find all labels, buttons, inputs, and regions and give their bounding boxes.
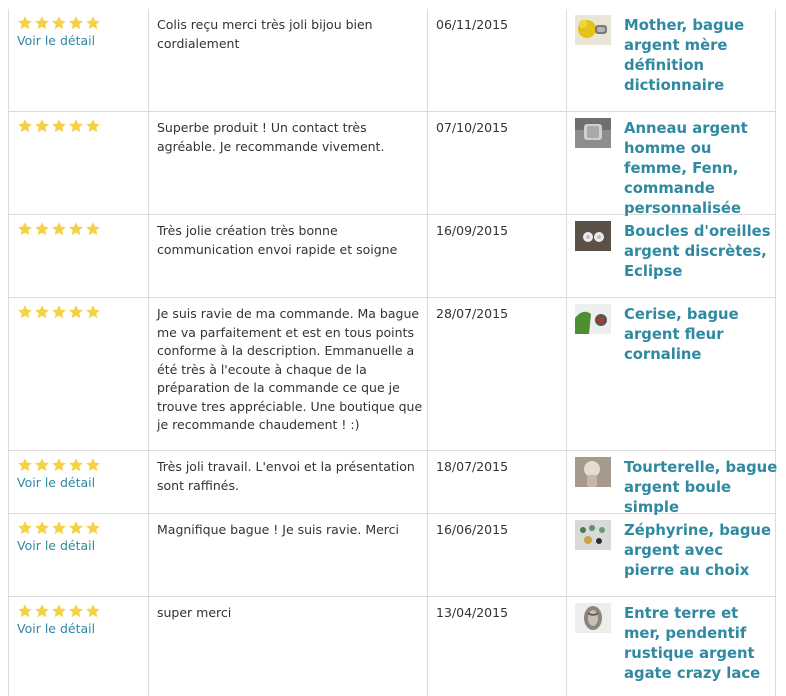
product-link[interactable]: Anneau argent homme ou femme, Fenn, comm… xyxy=(624,119,778,219)
star-icon xyxy=(34,603,50,619)
review-comment: Superbe produit ! Un contact très agréab… xyxy=(157,120,385,154)
star-rating xyxy=(17,221,147,238)
product-link[interactable]: Zéphyrine, bague argent avec pierre au c… xyxy=(624,521,778,581)
star-icon xyxy=(51,118,67,134)
star-icon xyxy=(68,15,84,31)
rating-cell: Voir le détail xyxy=(17,457,147,492)
star-icon xyxy=(68,221,84,237)
star-icon xyxy=(34,457,50,473)
review-date: 16/06/2015 xyxy=(436,522,509,537)
star-icon xyxy=(34,118,50,134)
star-icon xyxy=(68,520,84,536)
review-date: 06/11/2015 xyxy=(436,17,509,32)
star-icon xyxy=(85,520,101,536)
view-detail-link[interactable]: Voir le détail xyxy=(17,620,147,638)
table-row: Voir le détail Colis reçu merci très jol… xyxy=(8,9,776,112)
review-date: 16/09/2015 xyxy=(436,223,509,238)
table-row: Très jolie création très bonne communica… xyxy=(8,214,776,298)
star-icon xyxy=(85,304,101,320)
product-link[interactable]: Tourterelle, bague argent boule simple xyxy=(624,458,778,518)
review-date: 18/07/2015 xyxy=(436,459,509,474)
star-icon xyxy=(34,520,50,536)
rating-cell xyxy=(17,221,147,238)
product-thumbnail[interactable] xyxy=(575,15,611,45)
star-icon xyxy=(85,603,101,619)
star-rating xyxy=(17,603,147,620)
table-row: Voir le détail super merci 13/04/2015 En… xyxy=(8,596,776,696)
product-thumbnail[interactable] xyxy=(575,603,611,633)
star-icon xyxy=(34,15,50,31)
review-date: 07/10/2015 xyxy=(436,120,509,135)
product-thumbnail[interactable] xyxy=(575,118,611,148)
review-comment: Je suis ravie de ma commande. Ma bague m… xyxy=(157,306,423,432)
review-comment: Colis reçu merci très joli bijou bien co… xyxy=(157,17,373,51)
star-icon xyxy=(68,304,84,320)
rating-cell: Voir le détail xyxy=(17,15,147,50)
table-row: Superbe produit ! Un contact très agréab… xyxy=(8,111,776,217)
rating-cell: Voir le détail xyxy=(17,520,147,555)
view-detail-link[interactable]: Voir le détail xyxy=(17,537,147,555)
review-date: 28/07/2015 xyxy=(436,306,509,321)
star-rating xyxy=(17,457,147,474)
review-comment: Très joli travail. L'envoi et la présent… xyxy=(157,459,415,493)
product-link[interactable]: Boucles d'oreilles argent discrètes, Ecl… xyxy=(624,222,778,282)
star-rating xyxy=(17,15,147,32)
view-detail-link[interactable]: Voir le détail xyxy=(17,474,147,492)
star-icon xyxy=(51,304,67,320)
star-icon xyxy=(68,457,84,473)
review-comment: super merci xyxy=(157,605,232,620)
view-detail-link[interactable]: Voir le détail xyxy=(17,32,147,50)
star-icon xyxy=(17,304,33,320)
rating-cell: Voir le détail xyxy=(17,603,147,638)
star-icon xyxy=(17,221,33,237)
star-icon xyxy=(34,304,50,320)
product-thumbnail[interactable] xyxy=(575,520,611,550)
star-rating xyxy=(17,520,147,537)
product-link[interactable]: Mother, bague argent mère définition dic… xyxy=(624,16,778,96)
table-row: Voir le détail Très joli travail. L'envo… xyxy=(8,450,777,516)
review-date: 13/04/2015 xyxy=(436,605,509,620)
star-icon xyxy=(85,118,101,134)
table-row: Voir le détail Magnifique bague ! Je sui… xyxy=(8,513,776,597)
star-icon xyxy=(85,15,101,31)
star-icon xyxy=(51,221,67,237)
star-icon xyxy=(51,520,67,536)
star-rating xyxy=(17,304,147,321)
star-icon xyxy=(34,221,50,237)
product-thumbnail[interactable] xyxy=(575,457,611,487)
product-link[interactable]: Entre terre et mer, pendentif rustique a… xyxy=(624,604,778,684)
star-icon xyxy=(85,221,101,237)
star-icon xyxy=(85,457,101,473)
star-icon xyxy=(51,603,67,619)
table-row: Je suis ravie de ma commande. Ma bague m… xyxy=(8,297,776,451)
star-icon xyxy=(51,15,67,31)
product-link[interactable]: Cerise, bague argent fleur cornaline xyxy=(624,305,778,365)
star-icon xyxy=(17,603,33,619)
review-comment: Très jolie création très bonne communica… xyxy=(157,223,398,257)
star-icon xyxy=(68,603,84,619)
star-icon xyxy=(68,118,84,134)
product-thumbnail[interactable] xyxy=(575,221,611,251)
star-icon xyxy=(17,457,33,473)
review-comment: Magnifique bague ! Je suis ravie. Merci xyxy=(157,522,400,537)
star-icon xyxy=(17,15,33,31)
product-thumbnail[interactable] xyxy=(575,304,611,334)
rating-cell xyxy=(17,118,147,135)
star-icon xyxy=(17,118,33,134)
rating-cell xyxy=(17,304,147,321)
star-icon xyxy=(17,520,33,536)
star-rating xyxy=(17,118,147,135)
star-icon xyxy=(51,457,67,473)
